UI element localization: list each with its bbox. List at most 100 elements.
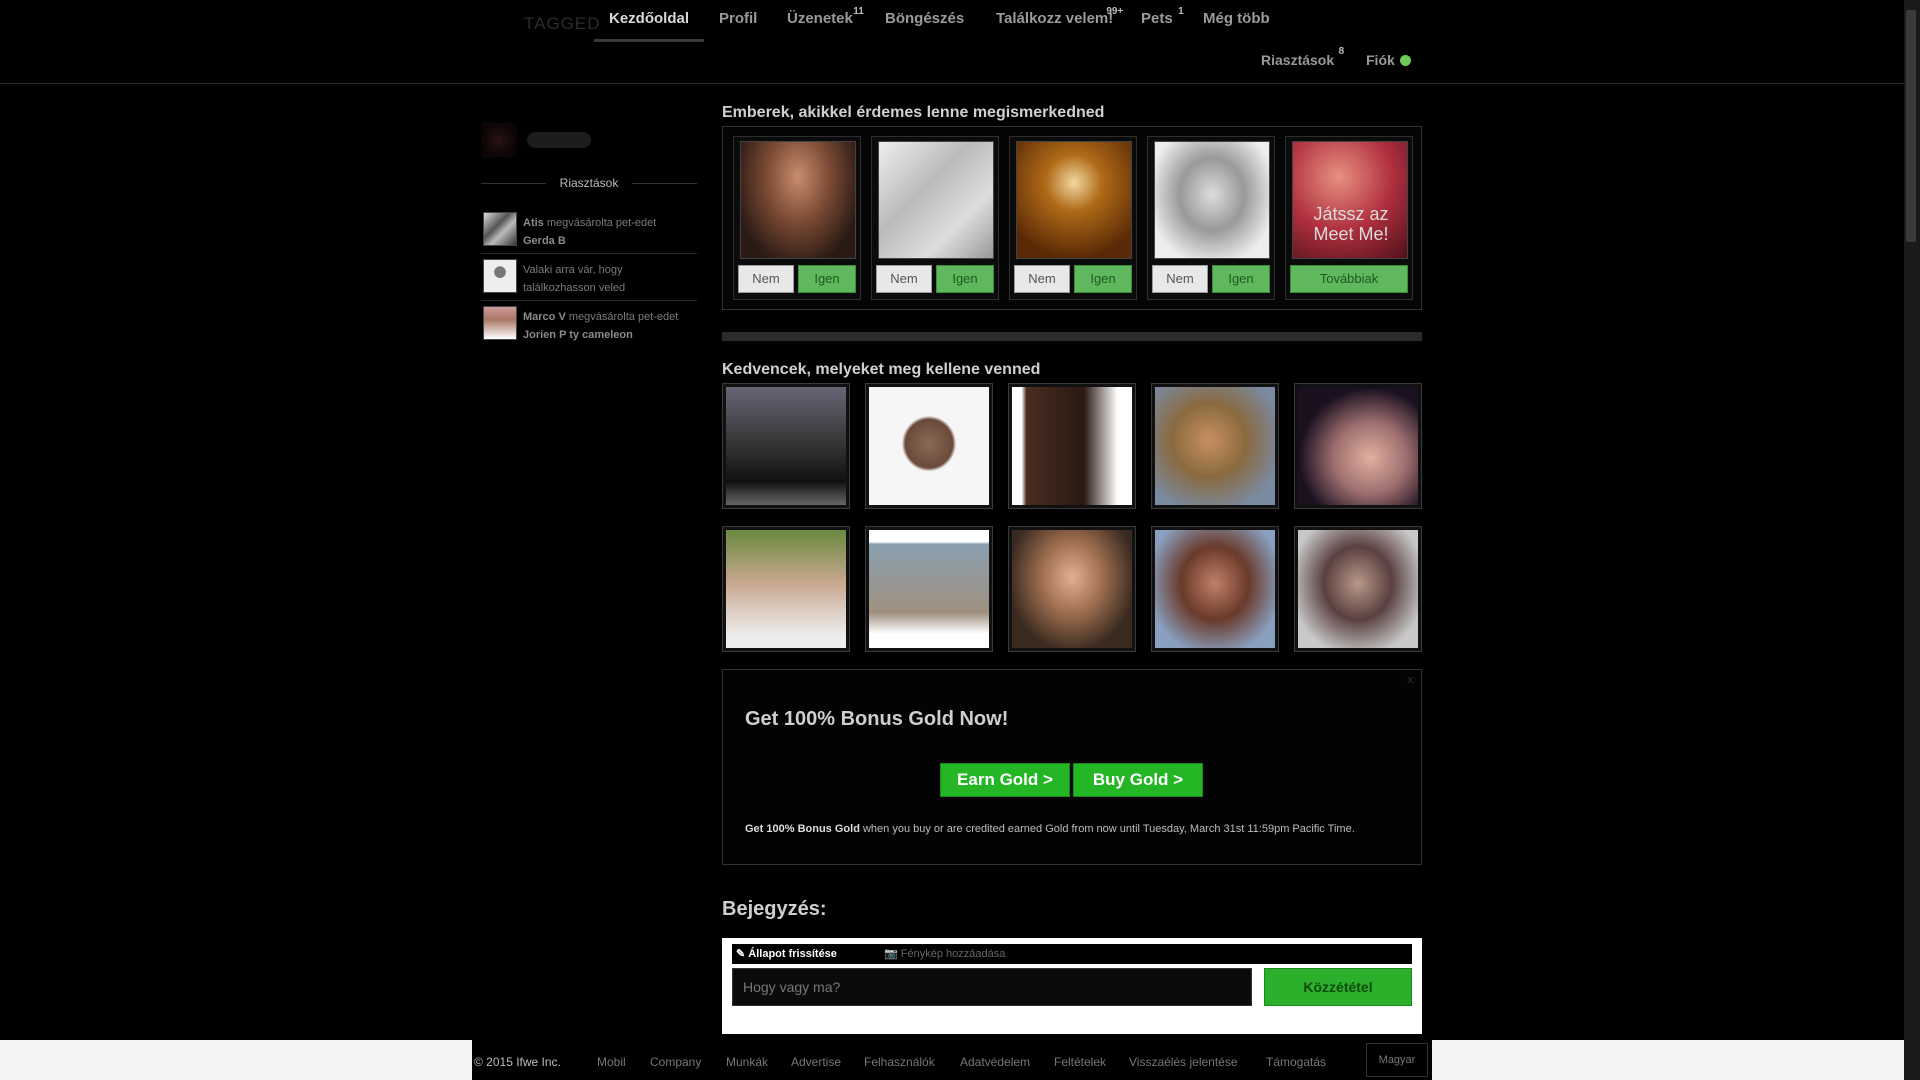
tagged-logo[interactable]: TAGGED: [524, 14, 601, 34]
alert-thumbnail[interactable]: [483, 306, 517, 340]
alert-thumbnail[interactable]: [483, 212, 517, 246]
nav-browse[interactable]: Böngészés: [885, 10, 964, 42]
post-section-title: Bejegyzés:: [722, 898, 827, 920]
yes-button[interactable]: Igen: [798, 265, 856, 293]
bonus-gold-ad: x Get 100% Bonus Gold Now! Earn Gold > B…: [722, 669, 1422, 865]
meetme-photo[interactable]: [878, 141, 994, 259]
footer-link-privacy[interactable]: Adatvédelem: [960, 1055, 1030, 1069]
silhouette-icon[interactable]: [483, 259, 517, 293]
favorite-tile[interactable]: [722, 383, 850, 509]
favorite-photo[interactable]: [1155, 530, 1275, 648]
no-button[interactable]: Nem: [738, 265, 794, 293]
close-icon[interactable]: x: [1408, 674, 1414, 686]
alerts-badge: 8: [1338, 46, 1345, 57]
footer-link-report-abuse[interactable]: Visszaélés jelentése: [1129, 1055, 1238, 1069]
meetme-section-title: Emberek, akikkel érdemes lenne megismerk…: [722, 104, 1105, 121]
nav-meetme[interactable]: Találkozz velem! 99+: [996, 6, 1123, 42]
favorite-tile[interactable]: [722, 526, 850, 652]
footer-link-advertise[interactable]: Advertise: [791, 1055, 841, 1069]
meetme-play-promo[interactable]: Játssz az Meet Me!: [1292, 141, 1408, 259]
no-button[interactable]: Nem: [1014, 265, 1070, 293]
alert-target[interactable]: Jorien P ty cameleon: [523, 329, 633, 341]
nav-more[interactable]: Még több: [1203, 10, 1270, 42]
user-avatar[interactable]: [481, 122, 517, 158]
pets-badge: 1: [1178, 6, 1184, 17]
meetme-play-card: Játssz az Meet Me! Továbbiak: [1285, 136, 1413, 300]
nav-messages-label: Üzenetek: [787, 10, 853, 27]
meetme-card: Nem Igen: [871, 136, 999, 300]
alert-text: Marco V megvásárolta pet-edet Jorien P ty…: [523, 308, 678, 344]
nav-pets[interactable]: Pets 1: [1141, 6, 1184, 42]
alert-actor[interactable]: Marco V: [523, 311, 566, 323]
alert-text: Atis megvásárolta pet-edet Gerda B: [523, 214, 656, 250]
footer-link-jobs[interactable]: Munkák: [726, 1055, 768, 1069]
play-meetme-text: Játssz az Meet Me!: [1313, 204, 1389, 244]
buy-gold-button[interactable]: Buy Gold >: [1073, 763, 1203, 797]
footer-link-support[interactable]: Támogatás: [1266, 1055, 1326, 1069]
meetme-photo[interactable]: [1016, 141, 1132, 259]
language-selector[interactable]: Magyar: [1366, 1043, 1428, 1077]
alert-text: Valaki arra vár, hogy találkozhasson vel…: [523, 264, 626, 294]
publish-button[interactable]: Közzététel: [1264, 968, 1412, 1006]
earn-gold-button[interactable]: Earn Gold >: [940, 763, 1070, 797]
status-input[interactable]: Hogy vagy ma?: [732, 968, 1252, 1006]
messages-badge: 11: [853, 6, 864, 17]
favorite-tile[interactable]: [1008, 383, 1136, 509]
scrollbar-thumb[interactable]: [1906, 10, 1916, 242]
favorite-photo[interactable]: [1012, 387, 1132, 505]
favorite-tile[interactable]: [1294, 526, 1422, 652]
footer-link-company[interactable]: Company: [650, 1055, 701, 1069]
ad-description-bold: Get 100% Bonus Gold: [745, 823, 860, 835]
ad-description-rest: when you buy or are credited earned Gold…: [859, 823, 1355, 835]
favorite-tile[interactable]: [1008, 526, 1136, 652]
meetme-box: Nem Igen Nem Igen Nem Igen Nem Igen Játs…: [722, 126, 1422, 310]
yes-button[interactable]: Igen: [936, 265, 994, 293]
nav-profile[interactable]: Profil: [719, 10, 757, 42]
yes-button[interactable]: Igen: [1212, 265, 1270, 293]
section-divider: [722, 332, 1422, 341]
tab-status-update[interactable]: ✎ Állapot frissítése: [736, 947, 837, 960]
copyright: © 2015 Ifwe Inc.: [474, 1055, 561, 1069]
meetme-photo[interactable]: [740, 141, 856, 259]
alerts-menu[interactable]: Riasztások 8: [1261, 46, 1344, 68]
ad-description: Get 100% Bonus Gold when you buy or are …: [745, 820, 1405, 838]
yes-button[interactable]: Igen: [1074, 265, 1132, 293]
favorite-photo[interactable]: [1298, 530, 1418, 648]
favorite-tile[interactable]: [865, 526, 993, 652]
alert-item[interactable]: Atis megvásárolta pet-edet Gerda B: [481, 208, 697, 254]
account-label: Fiók: [1366, 52, 1395, 68]
favorite-tile[interactable]: [1151, 526, 1279, 652]
favorite-photo[interactable]: [1298, 387, 1418, 505]
no-button[interactable]: Nem: [1152, 265, 1208, 293]
alert-item[interactable]: Valaki arra vár, hogy találkozhasson vel…: [481, 255, 697, 301]
footer-right-band: [1432, 1040, 1904, 1080]
footer-link-users[interactable]: Felhasználók: [864, 1055, 935, 1069]
post-composer: ✎ Állapot frissítése 📷 Fénykép hozzáadás…: [722, 938, 1422, 1034]
alert-item[interactable]: Marco V megvásárolta pet-edet Jorien P ty…: [481, 302, 697, 348]
top-navigation-bar: TAGGED Kezdőoldal Profil Üzenetek 11 Böng…: [0, 0, 1904, 84]
user-name-blurred[interactable]: [527, 132, 591, 148]
favorite-tile[interactable]: [865, 383, 993, 509]
footer-link-mobile[interactable]: Mobil: [597, 1055, 626, 1069]
footer-link-terms[interactable]: Feltételek: [1054, 1055, 1106, 1069]
favorite-photo[interactable]: [869, 530, 989, 648]
account-menu[interactable]: Fiók: [1366, 52, 1411, 68]
favorite-tile[interactable]: [1294, 383, 1422, 509]
nav-messages[interactable]: Üzenetek 11: [787, 6, 864, 42]
favorite-photo[interactable]: [1012, 530, 1132, 648]
nav-meetme-label: Találkozz velem!: [996, 10, 1114, 27]
alert-target[interactable]: Gerda B: [523, 235, 566, 247]
favorite-photo[interactable]: [1155, 387, 1275, 505]
favorite-photo[interactable]: [726, 530, 846, 648]
favorite-photo[interactable]: [869, 387, 989, 505]
nav-home[interactable]: Kezdőoldal: [594, 10, 705, 42]
favorite-tile[interactable]: [1151, 383, 1279, 509]
favorite-photo[interactable]: [726, 387, 846, 505]
more-button[interactable]: Továbbiak: [1290, 265, 1408, 293]
alert-actor[interactable]: Atis: [523, 217, 544, 229]
no-button[interactable]: Nem: [876, 265, 932, 293]
meetme-photo[interactable]: [1154, 141, 1270, 259]
meetme-card: Nem Igen: [1147, 136, 1275, 300]
divider-right: [632, 183, 697, 184]
tab-add-photo[interactable]: 📷 Fénykép hozzáadása: [884, 947, 1005, 960]
